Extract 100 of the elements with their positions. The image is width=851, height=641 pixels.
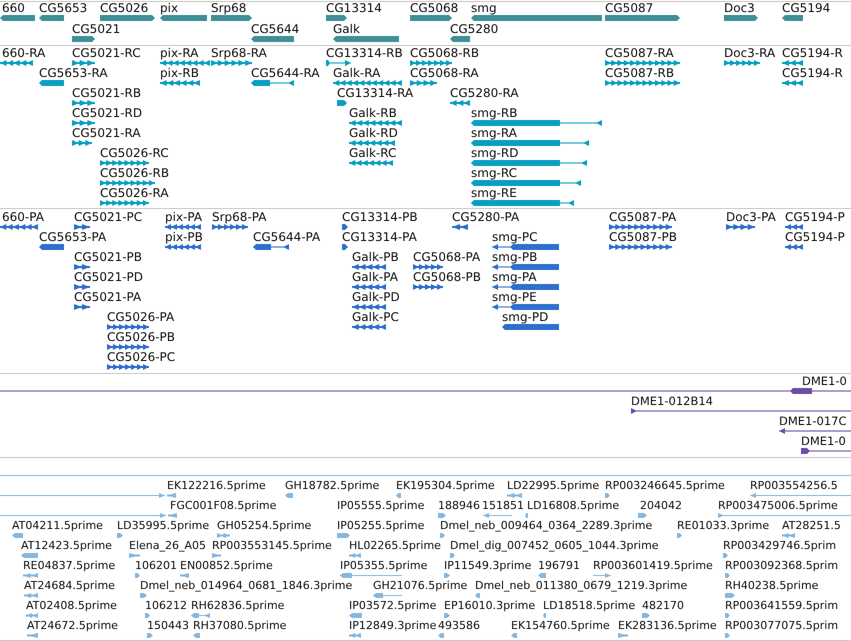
est-glyph[interactable] xyxy=(147,633,153,638)
est-glyph[interactable] xyxy=(396,493,401,498)
protein-glyph[interactable] xyxy=(492,264,559,270)
gene-glyph[interactable] xyxy=(450,36,470,42)
protein-glyph[interactable] xyxy=(502,324,559,330)
est-glyph[interactable] xyxy=(27,633,38,638)
transcript-glyph[interactable] xyxy=(605,60,680,66)
protein-glyph[interactable] xyxy=(253,244,289,250)
est-glyph[interactable] xyxy=(538,573,546,578)
est-glyph[interactable] xyxy=(483,513,512,518)
gene-glyph[interactable] xyxy=(251,36,294,42)
est-glyph[interactable] xyxy=(618,633,628,638)
est-glyph[interactable] xyxy=(0,493,165,498)
gene-glyph[interactable] xyxy=(782,15,803,21)
protein-glyph[interactable] xyxy=(0,224,38,230)
protein-glyph[interactable] xyxy=(74,264,90,270)
protein-glyph[interactable] xyxy=(492,304,559,310)
protein-glyph[interactable] xyxy=(492,284,559,290)
est-glyph[interactable] xyxy=(511,633,517,638)
est-glyph[interactable] xyxy=(373,593,402,598)
transcript-glyph[interactable] xyxy=(72,140,92,146)
est-glyph[interactable] xyxy=(718,513,851,518)
est-glyph[interactable] xyxy=(23,573,38,578)
transcript-glyph[interactable] xyxy=(782,60,803,66)
protein-glyph[interactable] xyxy=(342,244,348,250)
est-glyph[interactable] xyxy=(212,553,221,558)
protein-glyph[interactable] xyxy=(609,224,672,230)
protein-glyph[interactable] xyxy=(165,244,201,250)
protein-glyph[interactable] xyxy=(107,344,149,350)
est-glyph[interactable] xyxy=(349,553,361,558)
est-glyph[interactable] xyxy=(168,513,177,518)
est-glyph[interactable] xyxy=(438,633,444,638)
transcript-glyph[interactable] xyxy=(471,160,587,166)
transcript-glyph[interactable] xyxy=(471,140,589,146)
protein-glyph[interactable] xyxy=(39,244,64,250)
est-glyph[interactable] xyxy=(725,633,730,638)
est-glyph[interactable] xyxy=(507,493,522,498)
transcript-glyph[interactable] xyxy=(72,100,95,106)
est-glyph[interactable] xyxy=(543,613,546,618)
transcript-glyph[interactable] xyxy=(724,60,760,66)
clone-glyph[interactable] xyxy=(631,408,851,414)
est-glyph[interactable] xyxy=(475,593,480,598)
est-glyph[interactable] xyxy=(21,553,38,558)
est-glyph[interactable] xyxy=(725,613,730,618)
est-glyph[interactable] xyxy=(725,593,735,598)
transcript-glyph[interactable] xyxy=(410,60,452,66)
est-glyph[interactable] xyxy=(129,553,140,558)
est-glyph[interactable] xyxy=(525,513,528,518)
est-glyph[interactable] xyxy=(180,573,189,578)
gene-glyph[interactable] xyxy=(211,15,252,21)
clone-glyph[interactable] xyxy=(0,388,851,394)
transcript-glyph[interactable] xyxy=(471,180,581,186)
protein-glyph[interactable] xyxy=(352,264,386,270)
est-glyph[interactable] xyxy=(677,533,682,538)
est-glyph[interactable] xyxy=(444,573,450,578)
protein-glyph[interactable] xyxy=(785,244,803,250)
gene-glyph[interactable] xyxy=(333,36,399,42)
est-glyph[interactable] xyxy=(782,533,795,538)
est-glyph[interactable] xyxy=(337,533,350,538)
transcript-glyph[interactable] xyxy=(410,80,437,86)
est-glyph[interactable] xyxy=(167,493,176,498)
est-glyph[interactable] xyxy=(285,493,293,498)
protein-glyph[interactable] xyxy=(609,244,672,250)
transcript-glyph[interactable] xyxy=(349,160,393,166)
protein-glyph[interactable] xyxy=(352,324,386,330)
est-glyph[interactable] xyxy=(444,613,450,618)
transcript-glyph[interactable] xyxy=(349,120,402,126)
protein-glyph[interactable] xyxy=(212,224,248,230)
protein-glyph[interactable] xyxy=(785,224,803,230)
transcript-glyph[interactable] xyxy=(471,200,574,206)
gene-glyph[interactable] xyxy=(100,15,155,21)
est-glyph[interactable] xyxy=(438,513,446,518)
est-glyph[interactable] xyxy=(340,573,402,578)
transcript-glyph[interactable] xyxy=(100,200,149,206)
est-glyph[interactable] xyxy=(0,513,166,518)
clone-glyph[interactable] xyxy=(801,448,851,454)
est-glyph[interactable] xyxy=(349,633,361,638)
gene-glyph[interactable] xyxy=(724,15,758,21)
protein-glyph[interactable] xyxy=(342,224,348,230)
est-glyph[interactable] xyxy=(593,573,611,578)
protein-glyph[interactable] xyxy=(726,224,755,230)
est-glyph[interactable] xyxy=(605,493,610,498)
transcript-glyph[interactable] xyxy=(326,60,351,66)
transcript-glyph[interactable] xyxy=(160,80,200,86)
transcript-glyph[interactable] xyxy=(450,100,470,106)
est-glyph[interactable] xyxy=(349,613,362,618)
est-glyph[interactable] xyxy=(135,573,140,578)
est-glyph[interactable] xyxy=(12,533,23,538)
transcript-glyph[interactable] xyxy=(471,120,602,126)
gene-glyph[interactable] xyxy=(39,15,64,21)
transcript-glyph[interactable] xyxy=(39,80,64,86)
gene-glyph[interactable] xyxy=(410,15,452,21)
transcript-glyph[interactable] xyxy=(0,60,33,66)
est-glyph[interactable] xyxy=(140,593,147,598)
clone-glyph[interactable] xyxy=(779,428,851,434)
protein-glyph[interactable] xyxy=(492,244,559,250)
transcript-glyph[interactable] xyxy=(72,60,95,66)
est-glyph[interactable] xyxy=(193,633,200,638)
gene-glyph[interactable] xyxy=(326,15,347,21)
protein-glyph[interactable] xyxy=(107,324,149,330)
